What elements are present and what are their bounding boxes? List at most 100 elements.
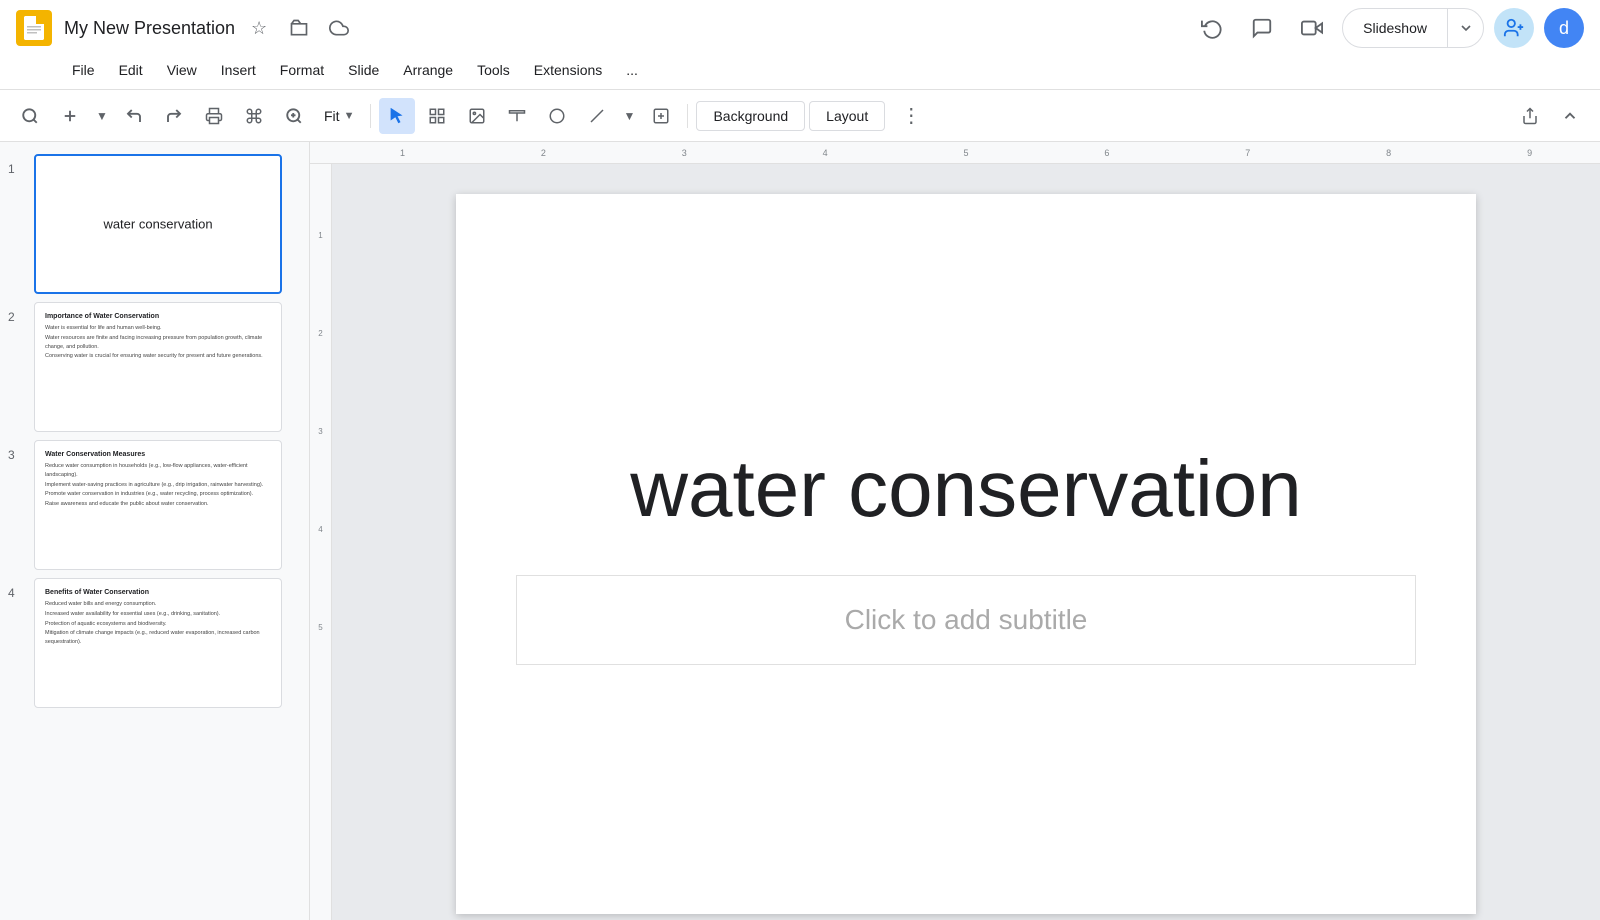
app-logo [16,10,52,46]
menu-format[interactable]: Format [268,58,336,82]
slide2-title: Importance of Water Conservation [45,313,271,320]
slide-main[interactable]: water conservation Click to add subtitle [456,194,1476,914]
menu-edit[interactable]: Edit [107,58,155,82]
transform-button[interactable] [419,98,455,134]
slide-thumbnail-2[interactable]: Importance of Water Conservation Water i… [34,302,282,432]
add-textbox-button[interactable] [643,98,679,134]
slide-number-4: 4 [8,586,26,600]
search-button[interactable] [12,98,48,134]
image-button[interactable] [459,98,495,134]
menu-view[interactable]: View [155,58,209,82]
slide-item-3[interactable]: 3 Water Conservation Measures Reduce wat… [0,436,309,574]
user-avatar[interactable]: d [1544,8,1584,48]
title-row: My New Presentation ☆ [0,0,1600,52]
slide2-bullet-1: Water is essential for life and human we… [45,324,271,333]
slides-panel: 1 water conservation 2 Importance of Wat… [0,142,310,920]
ruler-mark-2: 2 [473,148,614,158]
meet-button[interactable] [1292,8,1332,48]
select-tool-button[interactable] [379,98,415,134]
slide3-bullet-4: Raise awareness and educate the public a… [45,500,271,509]
menu-file[interactable]: File [60,58,107,82]
ruler-mark-1: 1 [332,148,473,158]
ruler-top: 1 2 3 4 5 6 7 8 9 [310,142,1600,164]
ruler-mark-3: 3 [614,148,755,158]
comment-button[interactable] [1242,8,1282,48]
slideshow-button-group: Slideshow [1342,8,1484,48]
line-dropdown-button[interactable]: ▼ [619,98,639,134]
ruler-left-mark-1: 1 [318,232,322,240]
line-button[interactable] [579,98,615,134]
zoom-select[interactable]: Fit ▼ [316,104,362,128]
move-to-folder-button[interactable] [283,12,315,44]
menu-row: File Edit View Insert Format Slide Arran… [0,52,1600,88]
ruler-left-mark-3: 3 [318,428,322,436]
ruler-mark-7: 7 [1177,148,1318,158]
slideshow-dropdown-button[interactable] [1447,8,1483,48]
menu-more[interactable]: ... [614,58,650,82]
shape-button[interactable] [539,98,575,134]
add-button[interactable] [52,98,88,134]
ruler-left-mark-5: 5 [318,624,322,632]
zoom-chevron-icon: ▼ [344,110,355,122]
slide3-bullet-2: Implement water-saving practices in agri… [45,481,271,490]
slide4-bullet-4: Mitigation of climate change impacts (e.… [45,629,271,647]
slide-thumbnail-3[interactable]: Water Conservation Measures Reduce water… [34,440,282,570]
slide-thumbnail-1[interactable]: water conservation [34,154,282,294]
presentation-title: My New Presentation [64,18,235,39]
top-bar: My New Presentation ☆ [0,0,1600,90]
menu-insert[interactable]: Insert [209,58,268,82]
slide-thumbnail-4[interactable]: Benefits of Water Conservation Reduced w… [34,578,282,708]
menu-tools[interactable]: Tools [465,58,522,82]
slide-item-4[interactable]: 4 Benefits of Water Conservation Reduced… [0,574,309,712]
menu-extensions[interactable]: Extensions [522,58,614,82]
slide-item-2[interactable]: 2 Importance of Water Conservation Water… [0,298,309,436]
menu-slide[interactable]: Slide [336,58,391,82]
slide-main-title[interactable]: water conservation [590,443,1341,535]
zoom-label: Fit [324,108,340,124]
textbox-button[interactable] [499,98,535,134]
slide3-bullet-1: Reduce water consumption in households (… [45,462,271,480]
background-button[interactable]: Background [696,101,805,131]
star-button[interactable]: ☆ [243,12,275,44]
slide-number-3: 3 [8,448,26,462]
slide2-bullet-2: Water resources are finite and facing in… [45,334,271,352]
slide-number-1: 1 [8,162,26,176]
slide-subtitle-placeholder: Click to add subtitle [845,604,1088,636]
more-options-button[interactable]: ⋮ [893,98,929,134]
ruler-mark-6: 6 [1036,148,1177,158]
slide2-bullet-3: Conserving water is crucial for ensuring… [45,352,271,361]
undo-button[interactable] [116,98,152,134]
title-icons: ☆ [243,12,355,44]
slide3-bullet-3: Promote water conservation in industries… [45,490,271,499]
ruler-left-mark-4: 4 [318,526,322,534]
ruler-left: 1 2 3 4 5 [310,164,332,920]
slide4-title: Benefits of Water Conservation [45,589,271,596]
canvas-area: 1 2 3 4 5 6 7 8 9 1 2 3 4 5 [310,142,1600,920]
slide1-title: water conservation [103,217,212,232]
ruler-left-mark-2: 2 [318,330,322,338]
redo-button[interactable] [156,98,192,134]
slideshow-main-button[interactable]: Slideshow [1343,8,1447,48]
slide-canvas: water conservation Click to add subtitle [332,164,1600,920]
history-button[interactable] [1192,8,1232,48]
menu-arrange[interactable]: Arrange [391,58,465,82]
slide4-bullet-1: Reduced water bills and energy consumpti… [45,600,271,609]
cloud-save-button[interactable] [323,12,355,44]
slide-item-1[interactable]: 1 water conservation [0,150,309,298]
ruler-mark-8: 8 [1318,148,1459,158]
ruler-top-marks: 1 2 3 4 5 6 7 8 9 [332,148,1600,158]
slide-subtitle-box[interactable]: Click to add subtitle [516,575,1416,665]
main-area: 1 water conservation 2 Importance of Wat… [0,142,1600,920]
ruler-mark-4: 4 [755,148,896,158]
logo-icon [24,16,44,40]
collapse-button[interactable] [1552,98,1588,134]
ruler-mark-9: 9 [1459,148,1600,158]
paint-format-button[interactable] [236,98,272,134]
print-button[interactable] [196,98,232,134]
zoom-button[interactable] [276,98,312,134]
share-button[interactable] [1512,98,1548,134]
add-dropdown-button[interactable]: ▼ [92,98,112,134]
layout-button[interactable]: Layout [809,101,885,131]
add-user-button[interactable] [1494,8,1534,48]
slide4-bullet-3: Protection of aquatic ecosystems and bio… [45,620,271,629]
